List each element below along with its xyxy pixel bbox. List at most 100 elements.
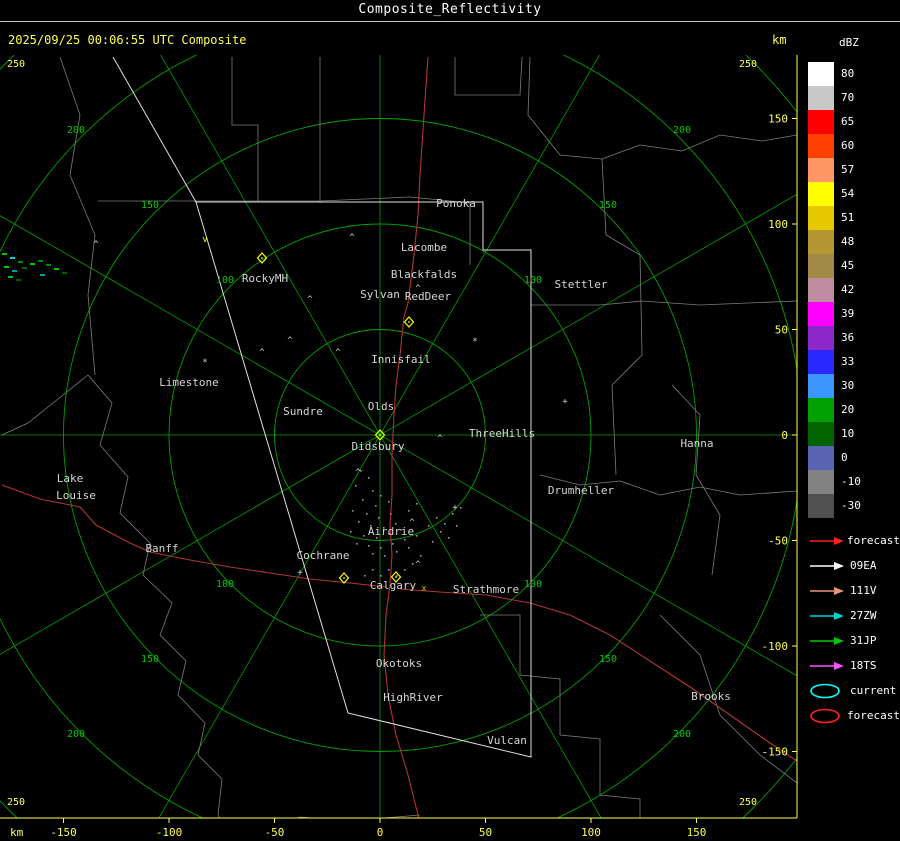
axis-tick-label: -50 [265, 826, 285, 839]
legend-marker-row: current [808, 678, 900, 703]
ring-distance-label: 100 [524, 579, 542, 590]
dbz-level-label: 30 [841, 379, 855, 392]
legend-marker-label: 111V [850, 584, 877, 597]
legend-marker-row: 31JP [808, 628, 900, 653]
city-label: Didsbury [352, 440, 405, 453]
radar-echo-speckle [436, 517, 438, 519]
axis-tick-label: 50 [479, 826, 492, 839]
ring-distance-label: 150 [141, 200, 159, 211]
dbz-color-swatch [808, 134, 834, 158]
radar-echo-speckle [356, 543, 358, 545]
radar-echo-speckle [408, 510, 410, 512]
radar-echo-speckle [2, 253, 7, 255]
dbz-level-row: 70 [808, 86, 900, 110]
city-label: Innisfail [371, 353, 431, 366]
dbz-level-row: 42 [808, 278, 900, 302]
radar-echo-speckle [364, 575, 366, 577]
town-marker-icon: ^ [259, 348, 265, 358]
dbz-color-swatch [808, 278, 834, 302]
radar-echo-speckle [350, 531, 352, 533]
county-boundary-line [531, 300, 797, 306]
dbz-color-swatch [808, 446, 834, 470]
radar-echo-speckle [372, 553, 374, 555]
city-label: Louise [56, 489, 96, 502]
city-label: RedDeer [405, 290, 452, 303]
radar-station-icon [408, 321, 410, 323]
radar-station-icon [261, 257, 263, 259]
dbz-level-label: 51 [841, 211, 855, 224]
town-marker-icon: ^ [93, 240, 99, 250]
county-boundary-line [454, 56, 523, 96]
town-marker-icon: x [421, 584, 427, 594]
ring-distance-label: 250 [7, 797, 25, 808]
dbz-level-label: 54 [841, 187, 855, 200]
dbz-level-row: 54 [808, 182, 900, 206]
city-label: Hanna [680, 437, 713, 450]
city-label: Cochrane [297, 549, 350, 562]
city-label: Olds [368, 400, 395, 413]
radar-map-canvas[interactable]: 100 150 200 250 100 150 200 250 100 150 200 250 100 1… [0, 55, 800, 841]
dbz-level-row: -30 [808, 494, 900, 518]
dbz-color-swatch [808, 254, 834, 278]
dbz-color-swatch [808, 86, 834, 110]
radar-echo-speckle [404, 569, 406, 571]
town-marker-icon: ^ [415, 560, 421, 570]
ring-distance-label: 250 [739, 797, 757, 808]
radar-echo-speckle [380, 547, 382, 549]
town-marker-icon: ^ [335, 348, 341, 358]
arrow-head [834, 536, 844, 545]
radar-echo-speckle [384, 555, 386, 557]
town-marker-icon: ^ [307, 295, 313, 305]
arrow-head [834, 661, 844, 670]
radar-echo-speckle [18, 261, 23, 263]
radar-echo-speckle [448, 537, 450, 539]
city-label: Blackfalds [391, 268, 457, 281]
ring-distance-label: 100 [216, 275, 234, 286]
dbz-level-row: 20 [808, 398, 900, 422]
city-label: Vulcan [487, 734, 527, 747]
city-label: HighRiver [383, 691, 443, 704]
track-arrow-icon [810, 611, 844, 620]
radar-map-svg: 100 150 200 250 100 150 200 250 100 150 200 250 100 1… [0, 55, 798, 839]
ring-distance-label: 150 [599, 200, 617, 211]
radar-station-icon [395, 576, 397, 578]
radar-echo-speckle [358, 521, 360, 523]
radar-echo-speckle [390, 513, 392, 515]
storm-ellipse-icon [810, 708, 840, 723]
county-boundary-line [87, 374, 223, 818]
legend-marker-label: forecast [847, 534, 900, 547]
dbz-level-row: 60 [808, 134, 900, 158]
city-label: RockyMH [242, 272, 288, 285]
dbz-level-label: 10 [841, 427, 855, 440]
axis-tick-label: 100 [768, 218, 788, 231]
legend-marker-label: 09EA [850, 559, 877, 572]
radar-echo-speckle [4, 266, 9, 268]
city-label: Stettler [555, 278, 608, 291]
dbz-color-swatch [808, 398, 834, 422]
radar-echo-speckle [416, 535, 418, 537]
ring-distance-label: 200 [67, 125, 85, 136]
dbz-color-swatch [808, 206, 834, 230]
radar-echo-speckle [46, 264, 51, 266]
window-title: Composite_Reflectivity [0, 0, 900, 22]
radar-echo-speckle [388, 569, 390, 571]
radar-echo-speckle [456, 525, 458, 527]
dbz-level-row: 33 [808, 350, 900, 374]
radar-echo-speckle [16, 279, 21, 281]
dbz-level-label: 45 [841, 259, 855, 272]
dbz-level-row: 51 [808, 206, 900, 230]
radar-echo-speckle [30, 263, 35, 265]
legend-marker-row: 27ZW [808, 603, 900, 628]
ring-distance-label: 150 [599, 654, 617, 665]
radar-echo-speckle [368, 545, 370, 547]
radar-echo-speckle [404, 539, 406, 541]
dbz-color-swatch [808, 302, 834, 326]
axis-tick-label: -100 [762, 640, 789, 653]
town-marker-icon: ^ [355, 468, 361, 478]
radar-echo-speckle [380, 575, 382, 577]
radar-echo-speckle [352, 510, 354, 512]
axis-unit-label: km [10, 826, 24, 839]
radar-echo-speckle [452, 513, 454, 515]
axis-tick-label: 0 [377, 826, 384, 839]
ring-distance-label: 250 [739, 59, 757, 70]
